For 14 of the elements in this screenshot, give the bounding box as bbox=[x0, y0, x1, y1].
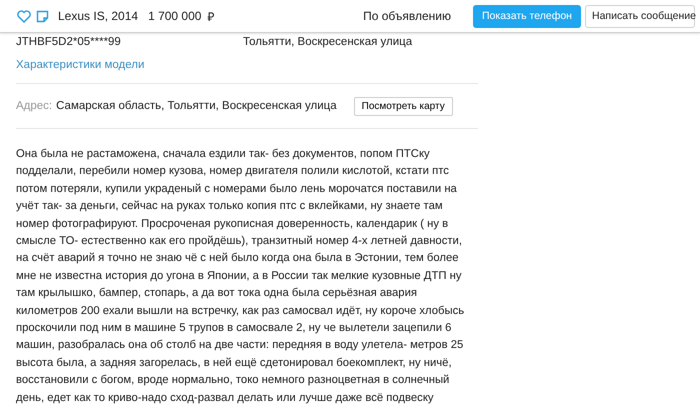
view-map-button[interactable]: Посмотреть карту bbox=[354, 96, 453, 116]
address-value: Самарская область, Тольятти, Воскресенская улица bbox=[56, 100, 337, 112]
location-text: Тольятти, Воскресенская улица bbox=[243, 36, 412, 48]
currency-sign: ₽ bbox=[207, 8, 214, 24]
listing-title: Lexus IS, 2014 bbox=[58, 9, 138, 23]
note-icon[interactable] bbox=[36, 10, 49, 22]
vin-number: JTHBF5D2*05****99 bbox=[16, 36, 122, 48]
price-note: По объявлению bbox=[363, 9, 451, 23]
description-text: Она была не растаможена, сначала ездили так- без документов, попом ПТСку подделали, перебили номер кузова, номер двигателя полили кислотой, кстати птс потом потеряли, купили украденый с номерами было лень морочатся поставили на учёт так- за деньги, сейчас на руках только копия птс с вклейками, ну знаете там номер фотографируют. Просроченая рукописная доверенность, календарик ( ну в смысле ТО- естественно как его пройдёшь), транзитный номер 4-х летней давности, на счёт аварий я точно не знаю чё с ней было когда она была в Эстонии, тем более мне не известна история до угона в Японии, а в России так мелкие кузовные ДТП ну там крылышко, бампер, стопарь, а да вот тока одна была серьёзная авария километров 200 ехали вышли на встречку, как раз самосвал идёт, ну короче хлобысь проскочили под ним в машине 5 трупов в самосвале 2, ну че вылетели зацепили 6 машин, разобралась она об столб на две части: передняя в воду улетела- метров 25 высота была, а задняя загорелась, в ней ещё сдетонировал боекомплект, ну ничё, восстановили с богом, вроде нормально, токо немного разноцветная в солнечный день, едет как то криво-надо сход-развал делать или лучше даже всё подвеску bbox=[16, 147, 466, 406]
address-label: Адрес: bbox=[16, 100, 52, 112]
heart-icon[interactable] bbox=[17, 10, 31, 22]
write-message-button[interactable]: Написать сообщение bbox=[585, 4, 695, 28]
model-specs-link[interactable]: Характеристики модели bbox=[16, 59, 144, 71]
price: 1 700 000 bbox=[148, 9, 202, 23]
